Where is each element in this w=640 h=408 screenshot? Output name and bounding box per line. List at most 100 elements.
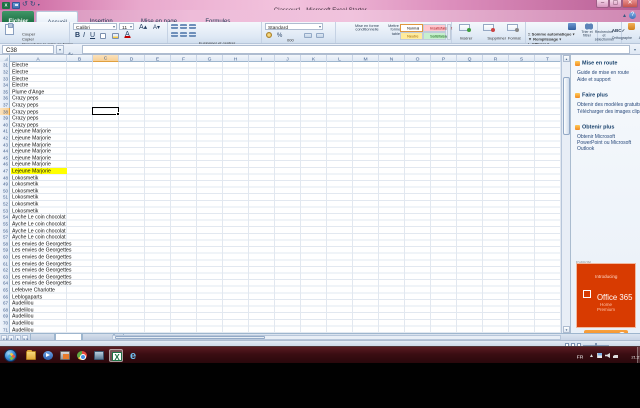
column-header-O[interactable]: O xyxy=(405,55,431,62)
selected-cell[interactable] xyxy=(92,107,119,115)
tab-insertion[interactable]: Insertion xyxy=(78,11,124,22)
align-right-icon[interactable] xyxy=(189,32,196,37)
media-player-taskbar-button[interactable] xyxy=(41,349,55,362)
row-header-67[interactable]: 67 xyxy=(0,300,10,307)
cell-A53[interactable]: Lokosmetik xyxy=(12,208,38,214)
row-header-68[interactable]: 68 xyxy=(0,307,10,314)
row-header-40[interactable]: 40 xyxy=(0,121,10,128)
column-header-H[interactable]: H xyxy=(223,55,249,62)
row-header-45[interactable]: 45 xyxy=(0,155,10,162)
explorer-taskbar-button[interactable] xyxy=(24,349,38,362)
row-header-59[interactable]: 59 xyxy=(0,247,10,254)
help-icon[interactable]: ? xyxy=(629,12,636,19)
office365-ad[interactable]: Introducing Office 365 Home Premium Try … xyxy=(576,263,636,328)
row-header-50[interactable]: 50 xyxy=(0,188,10,195)
vertical-scrollbar[interactable]: ▲ ▼ xyxy=(561,55,570,333)
cell-style-normal[interactable]: Normal xyxy=(400,24,423,32)
cell-A56[interactable]: Ayche Le coin chocolat xyxy=(12,228,66,234)
cell-A49[interactable]: Lokosmetik xyxy=(12,181,38,187)
cell-A66[interactable]: Leblogaparts xyxy=(12,294,42,300)
cell-A59[interactable]: Les envies de Georgettes xyxy=(12,247,71,253)
align-middle-icon[interactable] xyxy=(180,24,187,29)
column-header-D[interactable]: D xyxy=(119,55,145,62)
cell-A33[interactable]: Electre xyxy=(12,76,28,82)
tab-mise-en-page[interactable]: Mise en page xyxy=(125,11,193,22)
row-header-33[interactable]: 33 xyxy=(0,75,10,82)
task-pane-link[interactable]: Guide de mise en route xyxy=(577,70,636,77)
column-header-J[interactable]: J xyxy=(275,55,301,62)
grid-body[interactable]: 31Electre32Electre33Electre34Electre35Pl… xyxy=(0,62,561,333)
row-header-54[interactable]: 54 xyxy=(0,214,10,221)
shrink-font-icon[interactable]: A▾ xyxy=(152,23,161,33)
row-header-44[interactable]: 44 xyxy=(0,148,10,155)
row-header-60[interactable]: 60 xyxy=(0,254,10,261)
align-center-icon[interactable] xyxy=(180,32,187,37)
row-header-36[interactable]: 36 xyxy=(0,95,10,102)
cell-A67[interactable]: Audelilou xyxy=(12,300,33,306)
cell-A50[interactable]: Lokosmetik xyxy=(12,188,38,194)
cell-A48[interactable]: Lokosmetik xyxy=(12,175,38,181)
cell-A51[interactable]: Lokosmetik xyxy=(12,195,38,201)
cell-A34[interactable]: Electre xyxy=(12,82,28,88)
cell-A45[interactable]: Lejeune Marjorie xyxy=(12,155,51,161)
column-header-L[interactable]: L xyxy=(327,55,353,62)
task-pane-link[interactable]: Télécharger des images clipart xyxy=(577,109,636,116)
cell-A38[interactable]: Crazy peps xyxy=(12,109,38,115)
row-header-31[interactable]: 31 xyxy=(0,62,10,69)
start-button[interactable] xyxy=(4,349,17,362)
row-header-58[interactable]: 58 xyxy=(0,240,10,247)
cell-A32[interactable]: Electre xyxy=(12,69,28,75)
taskbar-clock[interactable]: 21:27 21.01.2013 xyxy=(619,349,636,362)
computer-taskbar-button[interactable] xyxy=(92,349,106,362)
minimize-ribbon-icon[interactable]: ▴ xyxy=(623,12,626,19)
cell-A64[interactable]: Les envies de Georgettes xyxy=(12,281,71,287)
font-name-select[interactable]: Calibri▾ xyxy=(73,23,117,30)
row-header-48[interactable]: 48 xyxy=(0,174,10,181)
row-header-65[interactable]: 65 xyxy=(0,287,10,294)
column-header-E[interactable]: E xyxy=(145,55,171,62)
row-header-39[interactable]: 39 xyxy=(0,115,10,122)
row-header-42[interactable]: 42 xyxy=(0,135,10,142)
excel-taskbar-button[interactable]: X xyxy=(109,349,123,362)
name-box[interactable]: C38 xyxy=(2,45,54,54)
internet-explorer-taskbar-button[interactable]: e xyxy=(126,349,140,362)
maximize-button[interactable]: ▢ xyxy=(609,0,622,8)
row-header-61[interactable]: 61 xyxy=(0,260,10,267)
utility-app-taskbar-button[interactable] xyxy=(58,349,72,362)
row-header-69[interactable]: 69 xyxy=(0,313,10,320)
task-pane-link[interactable]: Aide et support xyxy=(577,77,636,84)
formula-input[interactable] xyxy=(82,45,630,54)
tab-fichier[interactable]: Fichier xyxy=(2,11,34,22)
row-header-47[interactable]: 47 xyxy=(0,168,10,175)
cell-A41[interactable]: Lejeune Marjorie xyxy=(12,128,51,134)
horizontal-scroll-thumb[interactable] xyxy=(115,336,265,339)
redo-icon[interactable]: ↻ xyxy=(30,1,36,9)
cell-A68[interactable]: Audelilou xyxy=(12,307,33,313)
language-indicator[interactable]: FR xyxy=(574,347,586,365)
row-header-35[interactable]: 35 xyxy=(0,88,10,95)
cell-A35[interactable]: Plume d'Ange xyxy=(12,89,44,95)
column-header-G[interactable]: G xyxy=(197,55,223,62)
row-header-64[interactable]: 64 xyxy=(0,280,10,287)
column-header-B[interactable]: B xyxy=(67,55,93,62)
font-size-select[interactable]: 11▾ xyxy=(119,23,134,30)
cell-A40[interactable]: Crazy peps xyxy=(12,122,38,128)
cell-A63[interactable]: Les envies de Georgettes xyxy=(12,274,71,280)
cell-A60[interactable]: Les envies de Georgettes xyxy=(12,254,71,260)
volume-icon[interactable] xyxy=(605,353,610,358)
qat-dropdown-icon[interactable]: ▾ xyxy=(38,1,40,9)
row-header-43[interactable]: 43 xyxy=(0,141,10,148)
column-header-C[interactable]: C xyxy=(93,55,119,62)
column-header-T[interactable]: T xyxy=(535,55,561,62)
insert-function-icon[interactable]: fx xyxy=(68,45,80,54)
row-header-38[interactable]: 38 xyxy=(0,108,10,115)
task-pane-link[interactable]: Obtenir Microsoft PowerPoint ou Microsof… xyxy=(577,134,636,147)
row-header-66[interactable]: 66 xyxy=(0,293,10,300)
row-header-63[interactable]: 63 xyxy=(0,274,10,281)
align-top-icon[interactable] xyxy=(171,24,178,29)
number-format-select[interactable]: Standard▾ xyxy=(265,23,323,30)
cell-A43[interactable]: Lejeune Marjorie xyxy=(12,142,51,148)
cell-style-insatisfaisant[interactable]: Insatisfaisant xyxy=(423,24,446,32)
column-header-M[interactable]: M xyxy=(353,55,379,62)
row-header-52[interactable]: 52 xyxy=(0,201,10,208)
